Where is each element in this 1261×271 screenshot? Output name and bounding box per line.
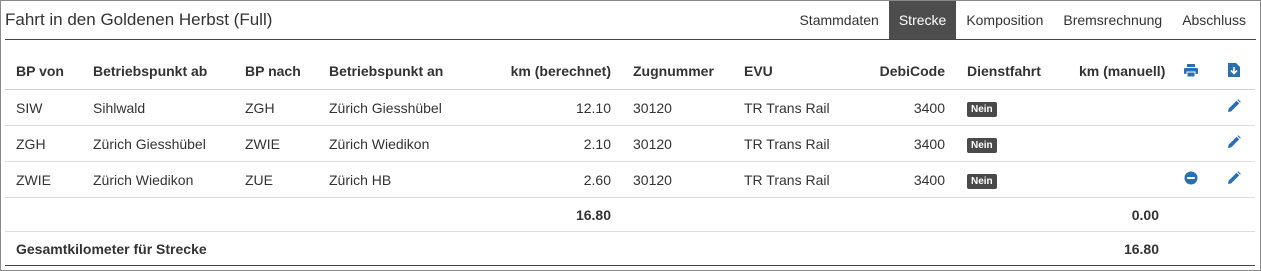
column-header[interactable]: km (manuell) bbox=[1068, 53, 1170, 90]
cell-betriebspunkt-ab: Zürich Giesshübel bbox=[82, 125, 234, 162]
sum-km-manuell: 0.00 bbox=[1068, 197, 1170, 232]
tab-bremsrechnung[interactable]: Bremsrechnung bbox=[1053, 1, 1172, 39]
cell-zugnummer: 30120 bbox=[622, 89, 733, 126]
remove-icon[interactable] bbox=[1184, 171, 1198, 188]
column-header[interactable]: Zugnummer bbox=[622, 53, 733, 90]
column-header[interactable]: BP nach bbox=[234, 53, 318, 90]
total-row: Gesamtkilometer für Strecke 16.80 bbox=[5, 231, 1255, 266]
edit-icon[interactable] bbox=[1227, 171, 1241, 188]
cell-bp-von: ZWIE bbox=[5, 161, 82, 198]
cell-km-manuell bbox=[1068, 125, 1170, 162]
cell-bp-nach: ZGH bbox=[234, 89, 318, 126]
header: Fahrt in den Goldenen Herbst (Full) Stam… bbox=[1, 1, 1260, 39]
column-header[interactable]: EVU bbox=[733, 53, 853, 90]
dienstfahrt-badge: Nein bbox=[967, 137, 997, 153]
cell-betriebspunkt-ab: Zürich Wiedikon bbox=[82, 161, 234, 198]
cell-bp-nach: ZWIE bbox=[234, 125, 318, 162]
tab-strecke[interactable]: Strecke bbox=[888, 1, 957, 39]
cell-remove bbox=[1170, 125, 1212, 162]
column-header[interactable]: Betriebspunkt an bbox=[318, 53, 475, 90]
edit-icon[interactable] bbox=[1227, 99, 1241, 116]
download-icon[interactable] bbox=[1227, 62, 1240, 80]
cell-debicode: 3400 bbox=[853, 161, 956, 198]
cell-debicode: 3400 bbox=[853, 125, 956, 162]
edit-icon[interactable] bbox=[1227, 135, 1241, 152]
cell-km-berechnet: 2.10 bbox=[475, 125, 622, 162]
cell-dienstfahrt: Nein bbox=[956, 125, 1068, 162]
sum-km-berechnet: 16.80 bbox=[475, 197, 622, 232]
cell-edit bbox=[1212, 161, 1255, 198]
cell-zugnummer: 30120 bbox=[622, 161, 733, 198]
cell-evu: TR Trans Rail bbox=[733, 125, 853, 162]
cell-bp-von: SIW bbox=[5, 89, 82, 126]
cell-bp-nach: ZUE bbox=[234, 161, 318, 198]
route-table: BP von Betriebspunkt ab BP nach Betriebs… bbox=[5, 53, 1255, 266]
table-row: SIW Sihlwald ZGH Zürich Giesshübel 12.10… bbox=[5, 89, 1255, 126]
download-cell bbox=[1212, 53, 1255, 90]
cell-km-manuell bbox=[1068, 89, 1170, 126]
column-header[interactable]: DebiCode bbox=[853, 53, 956, 90]
cell-remove bbox=[1170, 161, 1212, 198]
cell-remove bbox=[1170, 89, 1212, 126]
cell-km-manuell bbox=[1068, 161, 1170, 198]
sum-spacer bbox=[622, 197, 1068, 232]
window-frame: Fahrt in den Goldenen Herbst (Full) Stam… bbox=[0, 0, 1261, 271]
column-header[interactable]: BP von bbox=[5, 53, 82, 90]
column-header[interactable]: km (berechnet) bbox=[475, 53, 622, 90]
cell-dienstfahrt: Nein bbox=[956, 89, 1068, 126]
cell-dienstfahrt: Nein bbox=[956, 161, 1068, 198]
tab-komposition[interactable]: Komposition bbox=[956, 1, 1053, 39]
cell-betriebspunkt-an: Zürich Wiedikon bbox=[318, 125, 475, 162]
cell-evu: TR Trans Rail bbox=[733, 89, 853, 126]
print-icon[interactable] bbox=[1184, 63, 1198, 80]
column-header[interactable]: Dienstfahrt bbox=[956, 53, 1068, 90]
table-header-row: BP von Betriebspunkt ab BP nach Betriebs… bbox=[5, 53, 1255, 90]
cell-km-berechnet: 2.60 bbox=[475, 161, 622, 198]
tab-bar: Stammdaten Strecke Komposition Bremsrech… bbox=[789, 1, 1256, 39]
total-spacer bbox=[1170, 231, 1255, 266]
cell-km-berechnet: 12.10 bbox=[475, 89, 622, 126]
print-cell bbox=[1170, 53, 1212, 90]
cell-edit bbox=[1212, 125, 1255, 162]
total-value: 16.80 bbox=[1068, 231, 1170, 266]
cell-evu: TR Trans Rail bbox=[733, 161, 853, 198]
cell-betriebspunkt-an: Zürich HB bbox=[318, 161, 475, 198]
tab-stammdaten[interactable]: Stammdaten bbox=[789, 1, 888, 39]
header-divider bbox=[5, 39, 1256, 40]
page-title: Fahrt in den Goldenen Herbst (Full) bbox=[5, 10, 273, 29]
table-row: ZGH Zürich Giesshübel ZWIE Zürich Wiedik… bbox=[5, 125, 1255, 162]
dienstfahrt-badge: Nein bbox=[967, 101, 997, 117]
sum-row: 16.80 0.00 bbox=[5, 197, 1255, 232]
sum-spacer bbox=[1170, 197, 1255, 232]
cell-betriebspunkt-ab: Sihlwald bbox=[82, 89, 234, 126]
table-row: ZWIE Zürich Wiedikon ZUE Zürich HB 2.60 … bbox=[5, 161, 1255, 198]
cell-bp-von: ZGH bbox=[5, 125, 82, 162]
column-header[interactable]: Betriebspunkt ab bbox=[82, 53, 234, 90]
tab-abschluss[interactable]: Abschluss bbox=[1172, 1, 1256, 39]
dienstfahrt-badge: Nein bbox=[967, 173, 997, 189]
cell-betriebspunkt-an: Zürich Giesshübel bbox=[318, 89, 475, 126]
cell-debicode: 3400 bbox=[853, 89, 956, 126]
total-label: Gesamtkilometer für Strecke bbox=[5, 231, 1068, 266]
cell-zugnummer: 30120 bbox=[622, 125, 733, 162]
cell-edit bbox=[1212, 89, 1255, 126]
sum-spacer bbox=[5, 197, 475, 232]
